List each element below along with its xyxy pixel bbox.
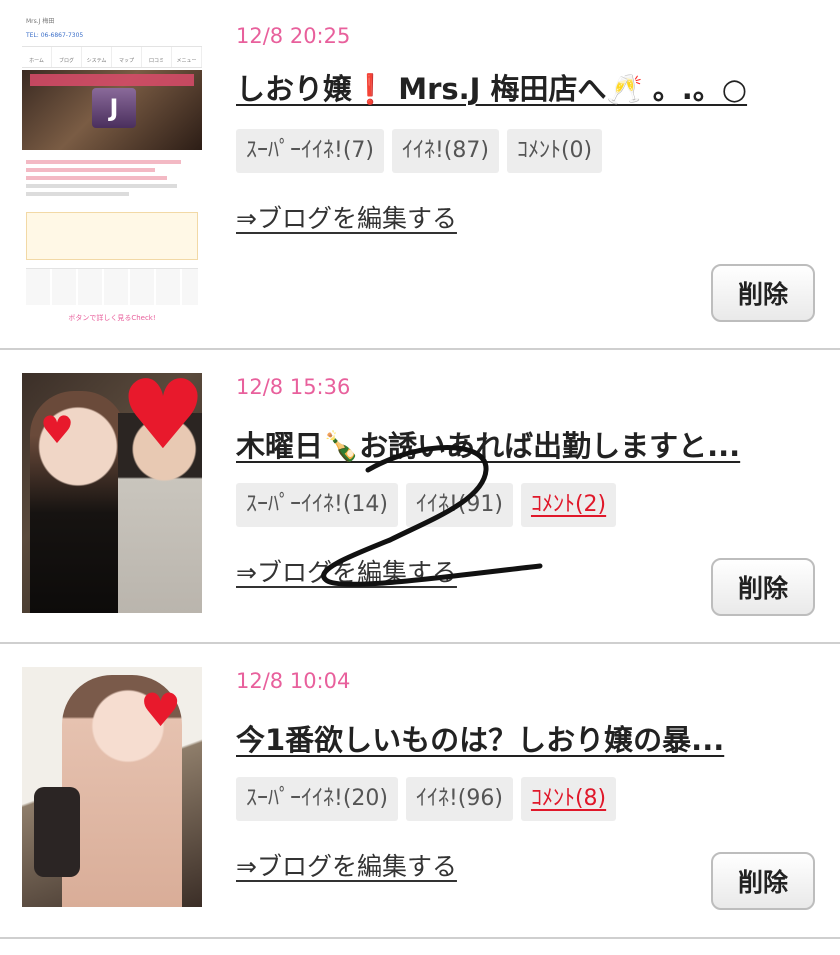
post-title-link[interactable]: 木曜日🍾お誘いあれば出勤しますと... (236, 423, 821, 465)
super-like-count[interactable]: ｽｰﾊﾟｰｲｲﾈ!(14) (236, 483, 398, 527)
like-count[interactable]: ｲｲﾈ!(96) (405, 777, 513, 821)
blog-post-3: ♥ 12/8 10:04 今1番欲しいものは？しおり嬢の暴... ｽｰﾊﾟｰｲｲ… (0, 645, 840, 939)
comment-count[interactable]: ｺﾒﾝﾄ(2) (520, 483, 617, 527)
heart-sticker-icon: ♥ (40, 408, 75, 452)
post-divider (0, 642, 840, 644)
thumb-nav-item: ホーム (22, 47, 52, 67)
post-date: 12/8 15:36 (236, 375, 351, 399)
delete-button[interactable]: 削除 (711, 264, 815, 322)
photo-handbag (34, 787, 80, 877)
blog-post-2: ♥ ♥ 12/8 15:36 木曜日🍾お誘いあれば出勤しますと... ｽｰﾊﾟｰ… (0, 351, 840, 645)
post-date: 12/8 20:25 (236, 24, 351, 48)
thumb-site-tel: TEL: 06-6867-7305 (26, 32, 84, 39)
post-date: 12/8 10:04 (236, 669, 351, 693)
heart-sticker-icon: ♥ (120, 373, 202, 471)
heart-sticker-icon: ♥ (140, 683, 182, 737)
post-divider (0, 937, 840, 939)
blog-post-1: Mrs.J 梅田 TEL: 06-6867-7305 ホーム ブログ システム … (0, 0, 840, 326)
super-like-count[interactable]: ｽｰﾊﾟｰｲｲﾈ!(7) (236, 129, 384, 173)
edit-blog-link[interactable]: ⇒ブログを編集する (236, 199, 457, 235)
thumb-nav-item: システム (82, 47, 112, 67)
comment-count[interactable]: ｺﾒﾝﾄ(8) (520, 777, 617, 821)
thumb-nav-item: 口コミ (142, 47, 172, 67)
edit-blog-link[interactable]: ⇒ブログを編集する (236, 847, 457, 883)
edit-blog-link[interactable]: ⇒ブログを編集する (236, 553, 457, 589)
thumb-site-schedule (26, 268, 198, 305)
post-title-link[interactable]: 今1番欲しいものは？しおり嬢の暴... (236, 717, 821, 759)
reaction-tags: ｽｰﾊﾟｰｲｲﾈ!(7) ｲｲﾈ!(87) ｺﾒﾝﾄ(0) (236, 129, 603, 173)
brand-logo: J (92, 88, 136, 128)
reaction-tags: ｽｰﾊﾟｰｲｲﾈ!(14) ｲｲﾈ!(91) ｺﾒﾝﾄ(2) (236, 483, 617, 527)
banner-ribbon (30, 74, 194, 86)
thumb-site-text (22, 150, 202, 206)
post-divider (0, 348, 840, 350)
post-thumbnail-photo[interactable]: ♥ (22, 667, 202, 907)
thumb-site-name: Mrs.J 梅田 (26, 18, 55, 25)
super-like-count[interactable]: ｽｰﾊﾟｰｲｲﾈ!(20) (236, 777, 398, 821)
thumb-nav-item: マップ (112, 47, 142, 67)
reaction-tags: ｽｰﾊﾟｰｲｲﾈ!(20) ｲｲﾈ!(96) ｺﾒﾝﾄ(8) (236, 777, 617, 821)
post-thumbnail-site-screenshot[interactable]: Mrs.J 梅田 TEL: 06-6867-7305 ホーム ブログ システム … (22, 14, 202, 326)
thumb-nav-item: メニュー (172, 47, 202, 67)
comment-count[interactable]: ｺﾒﾝﾄ(0) (506, 129, 603, 173)
post-thumbnail-photo[interactable]: ♥ ♥ (22, 373, 202, 613)
like-count[interactable]: ｲｲﾈ!(91) (405, 483, 513, 527)
thumb-nav-item: ブログ (52, 47, 82, 67)
thumb-site-nav: ホーム ブログ システム マップ 口コミ メニュー (22, 46, 202, 68)
post-title-link[interactable]: しおり嬢❗ Mrs.J 梅田店へ🥂 。.。○ (236, 66, 821, 108)
thumb-site-coupon (26, 212, 198, 260)
thumb-site-banner: J (22, 70, 202, 150)
delete-button[interactable]: 削除 (711, 558, 815, 616)
delete-button[interactable]: 削除 (711, 852, 815, 910)
like-count[interactable]: ｲｲﾈ!(87) (391, 129, 499, 173)
thumb-site-footer: ボタンで詳しく見るCheck! (68, 314, 156, 322)
